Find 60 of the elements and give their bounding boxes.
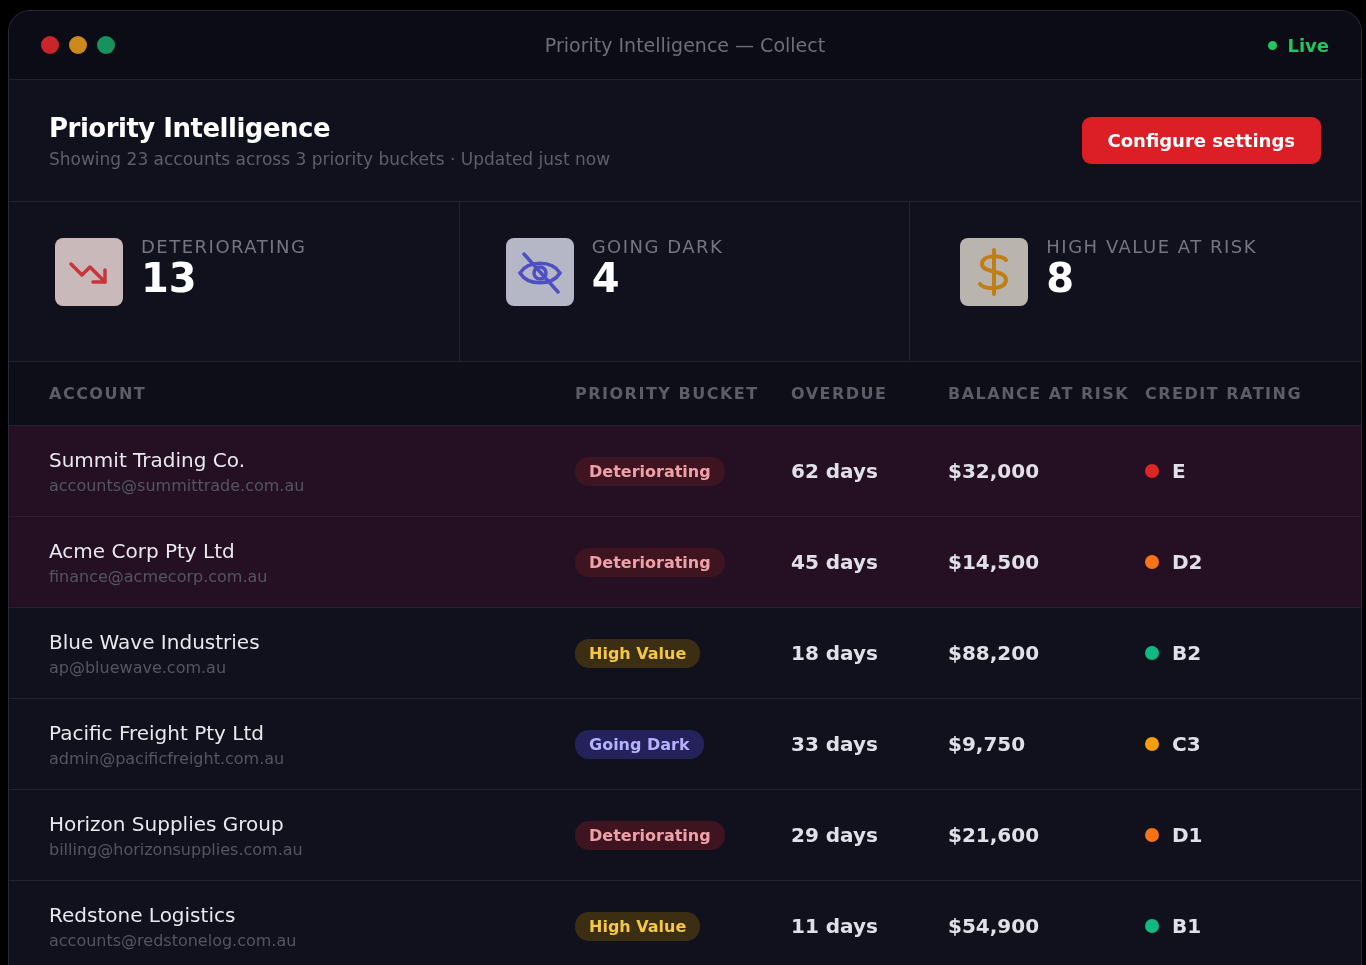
credit-rating: B2: [1172, 641, 1202, 665]
credit-rating: E: [1172, 459, 1186, 483]
account-email: ap@bluewave.com.au: [49, 657, 228, 677]
priority-tag: Deteriorating: [575, 820, 725, 850]
close-button[interactable]: [41, 36, 59, 54]
stat-value: 13: [141, 257, 198, 299]
stat-value: 8: [1046, 257, 1076, 299]
account-name: Redstone Logistics: [49, 902, 237, 927]
account-email: accounts@redstonelog.com.au: [49, 930, 298, 950]
account-email: admin@pacificfreight.com.au: [49, 748, 286, 768]
account-email: accounts@summittrade.com.au: [49, 475, 306, 495]
credit-rating: C3: [1172, 732, 1201, 756]
priority-tag: Deteriorating: [575, 456, 725, 486]
overdue-cell: 18 days: [791, 641, 878, 665]
overdue-cell: 45 days: [791, 550, 878, 574]
balance-cell: $88,200: [948, 641, 1040, 665]
stat-label: HIGH VALUE AT RISK: [1046, 236, 1257, 257]
account-name: Pacific Freight Pty Ltd: [49, 720, 265, 745]
account-name: Horizon Supplies Group: [49, 811, 285, 836]
priority-tag: High Value: [575, 638, 701, 668]
trend-down-icon: [55, 238, 123, 306]
credit-rating: D1: [1172, 823, 1203, 847]
account-email: finance@acmecorp.com.au: [49, 566, 269, 586]
priority-tag: Going Dark: [575, 729, 704, 759]
balance-cell: $9,750: [948, 732, 1026, 756]
credit-rating: B1: [1172, 914, 1202, 938]
account-name: Blue Wave Industries: [49, 629, 261, 654]
column-header: OVERDUE: [791, 384, 889, 403]
account-name: Acme Corp Pty Ltd: [49, 538, 236, 563]
status-label: Live: [1287, 34, 1329, 56]
overdue-cell: 29 days: [791, 823, 878, 847]
balance-cell: $21,600: [948, 823, 1040, 847]
balance-cell: $14,500: [948, 550, 1040, 574]
stat-label: DETERIORATING: [141, 236, 307, 257]
minimize-button[interactable]: [69, 36, 87, 54]
credit-rating: D2: [1172, 550, 1203, 574]
account-email: billing@horizonsupplies.com.au: [49, 839, 304, 859]
column-header: PRIORITY BUCKET: [575, 384, 760, 403]
table-row[interactable]: Acme Corp Pty Ltd finance@acmecorp.com.au Deteriorating 45 days $14,500 D2: [9, 517, 1361, 608]
page-subtitle: Showing 23 accounts across 3 priority buckets · Updated just now: [49, 148, 611, 169]
column-header: BALANCE AT RISK: [948, 384, 1131, 403]
overdue-cell: 62 days: [791, 459, 878, 483]
page-title: Priority Intelligence: [49, 112, 332, 143]
table-row[interactable]: Summit Trading Co. accounts@summittrade.com.au Deteriorating 62 days $32,000 E: [9, 426, 1361, 517]
stat-value: 4: [591, 257, 621, 299]
overdue-cell: 11 days: [791, 914, 878, 938]
column-header: ACCOUNT: [49, 384, 148, 403]
configure-settings-button[interactable]: Configure settings: [1081, 117, 1321, 164]
priority-tag: High Value: [575, 911, 701, 941]
eye-off-icon: [505, 238, 574, 306]
priority-tag: Deteriorating: [575, 547, 725, 577]
overdue-cell: 33 days: [791, 732, 878, 756]
balance-cell: $54,900: [948, 914, 1040, 938]
dollar-icon: [960, 238, 1029, 306]
maximize-button[interactable]: [97, 36, 115, 54]
balance-cell: $32,000: [948, 459, 1040, 483]
stat-label: GOING DARK: [591, 236, 724, 257]
window-title: Priority Intelligence — Collect: [543, 34, 827, 56]
account-name: Summit Trading Co.: [49, 447, 247, 472]
column-header: CREDIT RATING: [1145, 384, 1304, 403]
